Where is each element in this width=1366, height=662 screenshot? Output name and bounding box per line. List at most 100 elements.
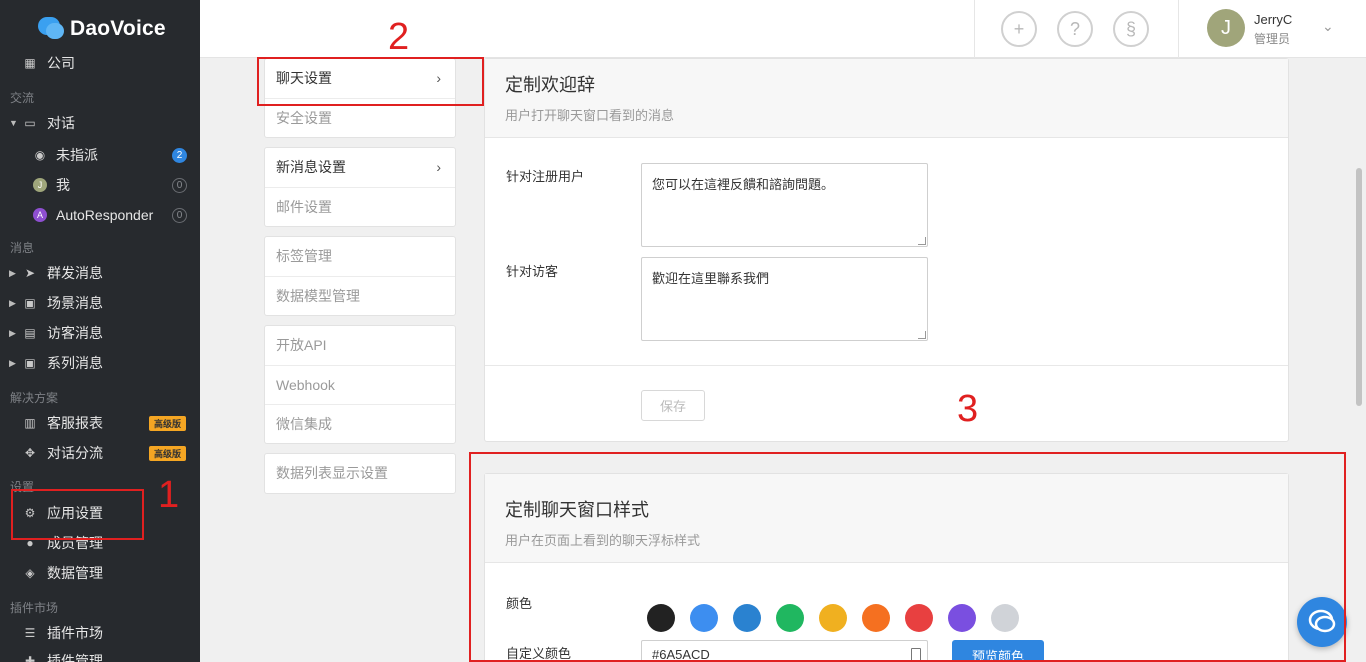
sidebar-item-scene[interactable]: ▶ ▣ 场景消息 xyxy=(0,288,200,318)
brand-logo[interactable]: DaoVoice xyxy=(38,14,166,44)
sidebar-group-messages: 消息 xyxy=(10,241,35,255)
sidebar-item-label: 系列消息 xyxy=(47,355,103,371)
sidebar-item-unassigned[interactable]: ◉ 未指派 2 xyxy=(0,140,200,170)
sidebar-group-solutions: 解决方案 xyxy=(10,391,59,405)
add-icon[interactable]: + xyxy=(1001,11,1037,47)
user-avatar[interactable]: J xyxy=(1207,9,1245,47)
panel-title: 定制欢迎辞 xyxy=(505,75,595,95)
count-badge: 0 xyxy=(172,207,187,223)
caret-down-icon: ▼ xyxy=(9,118,18,128)
menu-item-tag-management[interactable]: 标签管理 xyxy=(265,237,455,276)
sidebar-item-routing[interactable]: ✥ 对话分流 高级版 xyxy=(0,438,200,468)
chevron-right-icon: › xyxy=(436,159,441,175)
help-icon[interactable]: ? xyxy=(1057,11,1093,47)
textarea-value: 歡迎在這里聯系我們 xyxy=(652,271,770,286)
avatar-initial: A xyxy=(33,208,47,222)
sidebar-item-report[interactable]: ▥ 客服报表 高级版 xyxy=(0,408,200,438)
sidebar-item-visitor[interactable]: ▶ ▤ 访客消息 xyxy=(0,318,200,348)
sidebar-item-data[interactable]: ◈ 数据管理 xyxy=(0,558,200,588)
chevron-down-icon[interactable]: ⌄ xyxy=(1322,18,1334,35)
target-icon: ◉ xyxy=(34,148,46,162)
sidebar-item-label: 对话 xyxy=(47,115,75,131)
menu-item-label: 数据模型管理 xyxy=(276,288,360,304)
chat-logo-icon xyxy=(38,17,66,41)
menu-item-open-api[interactable]: 开放API xyxy=(265,326,455,365)
sidebar-item-autoresponder[interactable]: A AutoResponder 0 xyxy=(0,200,200,230)
annotation-box-2 xyxy=(257,57,484,106)
menu-item-new-message-settings[interactable]: 新消息设置 › xyxy=(265,148,455,187)
menu-item-label: 邮件设置 xyxy=(276,199,332,215)
annotation-number-2: 2 xyxy=(388,16,410,58)
sidebar-group-plugins: 插件市场 xyxy=(10,601,59,615)
sidebar-item-label: 对话分流 xyxy=(47,445,103,461)
sidebar-item-company[interactable]: ▦ 公司 xyxy=(0,48,200,78)
menu-item-label: 标签管理 xyxy=(276,248,332,264)
settings-menu-group-display: 数据列表显示设置 xyxy=(264,453,456,494)
visitor-icon: ▤ xyxy=(24,326,36,340)
menu-item-data-model[interactable]: 数据模型管理 xyxy=(265,276,455,315)
unread-badge: 2 xyxy=(172,147,187,163)
sidebar-item-label: 未指派 xyxy=(56,147,98,163)
annotation-box-3 xyxy=(469,452,1346,662)
settings-menu-group-notify: 新消息设置 › 邮件设置 xyxy=(264,147,456,227)
pro-badge: 高级版 xyxy=(148,445,186,461)
bar-chart-icon: ▥ xyxy=(24,416,36,430)
sidebar-item-label: 客服报表 xyxy=(47,415,103,431)
puzzle-icon: ✚ xyxy=(24,654,36,662)
sidebar-item-label: 公司 xyxy=(47,55,75,71)
textarea-value: 您可以在這裡反饋和諮詢問題。 xyxy=(652,177,835,192)
user-name[interactable]: JerryC xyxy=(1254,12,1292,27)
sidebar-item-label: AutoResponder xyxy=(56,207,154,223)
sidebar-item-label: 插件管理 xyxy=(47,653,103,662)
list-icon: ☰ xyxy=(24,626,36,640)
menu-item-label: 开放API xyxy=(276,337,327,353)
caret-right-icon: ▶ xyxy=(9,357,16,368)
routing-icon: ✥ xyxy=(24,446,36,460)
sidebar-item-label: 场景消息 xyxy=(47,295,103,311)
visitor-label: 针对访客 xyxy=(506,264,559,279)
panel-subtitle: 用户打开聊天窗口看到的消息 xyxy=(505,108,675,123)
scene-icon: ▣ xyxy=(24,296,36,310)
caret-right-icon: ▶ xyxy=(9,327,16,338)
send-icon: ➤ xyxy=(24,266,36,280)
layers-icon: ◈ xyxy=(25,566,35,580)
sidebar-item-label: 数据管理 xyxy=(47,565,103,581)
caret-right-icon: ▶ xyxy=(9,297,16,308)
header-divider xyxy=(974,0,975,58)
menu-item-webhook[interactable]: Webhook xyxy=(265,365,455,404)
menu-item-wechat[interactable]: 微信集成 xyxy=(265,404,455,443)
registered-user-label: 针对注册用户 xyxy=(506,169,585,184)
menu-item-list-display[interactable]: 数据列表显示设置 xyxy=(265,454,455,493)
annotation-box-1 xyxy=(11,489,144,540)
menu-item-label: 数据列表显示设置 xyxy=(276,465,388,481)
sidebar-group-exchange: 交流 xyxy=(10,91,35,105)
resize-grip-icon[interactable] xyxy=(918,331,926,339)
building-icon: ▦ xyxy=(24,56,36,70)
sidebar-item-plugin-market[interactable]: ☰ 插件市场 xyxy=(0,618,200,648)
count-badge: 0 xyxy=(172,177,187,193)
menu-item-label: Webhook xyxy=(276,377,335,393)
welcome-message-panel: 定制欢迎辞 用户打开聊天窗口看到的消息 针对注册用户 您可以在這裡反饋和諮詢問題… xyxy=(484,58,1289,442)
sidebar-item-series[interactable]: ▶ ▣ 系列消息 xyxy=(0,348,200,378)
sidebar-item-conversation[interactable]: ▼ ▭ 对话 xyxy=(0,108,200,138)
divider xyxy=(485,365,1288,366)
sidebar-item-me[interactable]: J 我 0 xyxy=(0,170,200,200)
save-button[interactable]: 保存 xyxy=(641,390,705,421)
menu-item-email-settings[interactable]: 邮件设置 xyxy=(265,187,455,226)
sidebar-item-plugin-manage[interactable]: ✚ 插件管理 xyxy=(0,646,200,662)
integration-icon[interactable]: § xyxy=(1113,11,1149,47)
sidebar-item-label: 群发消息 xyxy=(47,265,103,281)
annotation-number-1: 1 xyxy=(158,474,180,516)
settings-menu-group-integration: 开放API Webhook 微信集成 xyxy=(264,325,456,444)
registered-user-message-input[interactable]: 您可以在這裡反饋和諮詢問題。 xyxy=(641,163,928,247)
scrollbar-thumb[interactable] xyxy=(1356,168,1362,406)
visitor-message-input[interactable]: 歡迎在這里聯系我們 xyxy=(641,257,928,341)
sidebar-item-label: 插件市场 xyxy=(47,625,103,641)
brand-name: DaoVoice xyxy=(70,17,166,40)
panel-header: 定制欢迎辞 用户打开聊天窗口看到的消息 xyxy=(485,59,1288,138)
menu-item-label: 新消息设置 xyxy=(276,159,346,175)
avatar-initial: J xyxy=(33,178,47,192)
annotation-number-3: 3 xyxy=(957,388,979,430)
sidebar-item-broadcast[interactable]: ▶ ➤ 群发消息 xyxy=(0,258,200,288)
resize-grip-icon[interactable] xyxy=(918,237,926,245)
